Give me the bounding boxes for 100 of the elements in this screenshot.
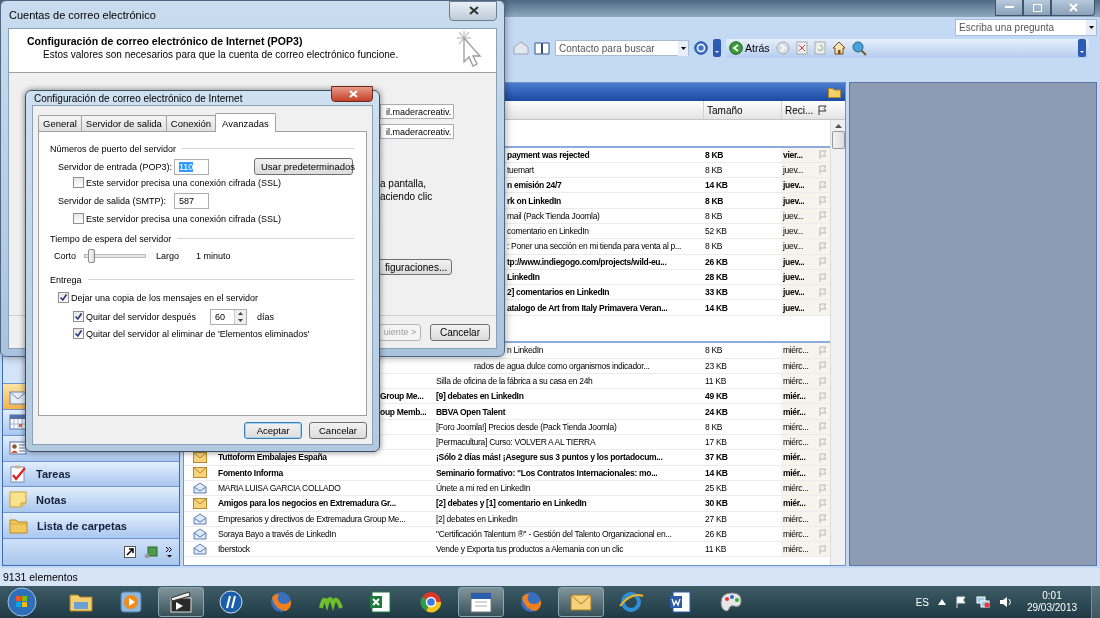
toolbar-options-icon[interactable] (1078, 39, 1086, 57)
help-icon[interactable] (694, 41, 708, 55)
checkbox[interactable] (58, 292, 69, 303)
received-cell: miér... (781, 389, 814, 404)
scrollbar[interactable] (830, 120, 845, 565)
size-cell-text: 30 KB (704, 498, 729, 509)
section-label: Entrega (50, 274, 82, 285)
checkbox-label: Quitar del servidor después (86, 311, 197, 322)
flag-icon[interactable] (818, 105, 827, 115)
tab[interactable]: Conexión (165, 115, 216, 131)
size-cell-text: 14 KB (704, 180, 729, 191)
timeout-slider[interactable] (84, 248, 146, 263)
volume-icon[interactable] (999, 596, 1013, 608)
checkbox[interactable] (73, 328, 84, 339)
circle-logo-icon[interactable] (217, 588, 245, 616)
input-field[interactable]: il.maderacreativ. (380, 124, 455, 139)
clapper-icon (167, 588, 195, 616)
sender-cell-text: Group Me... (379, 391, 425, 402)
chevron-icon[interactable] (166, 546, 173, 558)
received-cell: miér... (781, 496, 814, 511)
checkbox[interactable] (73, 177, 84, 188)
sender-cell-text: Iberstock (217, 544, 251, 555)
nav-item[interactable]: Lista de carpetas (3, 512, 179, 538)
shortcut-icon[interactable] (124, 546, 136, 558)
ok-button[interactable]: Aceptar (244, 422, 302, 439)
subject-cell-text: Silla de oficina de la fábrica a su casa en 24h (435, 376, 594, 386)
taskbar-button[interactable] (158, 587, 204, 617)
close-button[interactable] (331, 86, 373, 102)
contact-search-field[interactable]: Contacto para buscar (555, 40, 689, 56)
scrollbar-thumb[interactable] (831, 131, 845, 149)
slider-thumb[interactable] (88, 248, 96, 263)
received-cell: juev... (781, 300, 814, 315)
search-web-icon[interactable] (851, 40, 867, 56)
received-cell: juev... (781, 178, 814, 193)
slider-label: Largo (156, 250, 180, 261)
size-cell-text: 14 KB (704, 467, 729, 478)
section-label: Tiempo de espera del servidor (50, 233, 172, 244)
use-defaults-button[interactable]: Usar predeterminados (254, 158, 353, 175)
toolbar-options-icon[interactable] (713, 39, 721, 57)
close-icon (468, 6, 479, 15)
refresh-page-icon[interactable] (813, 41, 826, 55)
checkbox-label: Dejar una copia de los mensajes en el servidor (71, 292, 259, 303)
tab[interactable]: General (38, 115, 82, 131)
input-field[interactable]: il.maderacreativ. (380, 104, 455, 119)
field-label: Servidor de salida (SMTP): (58, 195, 168, 206)
calendar-icon (9, 414, 27, 431)
subject-cell-text: [9] debates en LinkedIn (435, 391, 525, 402)
size-cell-text: 24 KB (704, 406, 729, 417)
question-field[interactable]: Escriba una pregunta (955, 19, 1097, 36)
subject-cell-text: rados de agua dulce como organismos indicador... (473, 360, 651, 371)
minimize-button[interactable] (995, 0, 1023, 16)
clock[interactable]: 0:01 29/03/2013 (1022, 590, 1082, 614)
cancel-button[interactable]: Cancelar (309, 422, 367, 439)
section-label: Números de puerto del servidor (50, 143, 177, 154)
taskbar-button[interactable] (558, 587, 604, 617)
more-settings-button[interactable]: figuraciones... (378, 259, 452, 275)
start-button[interactable] (5, 587, 39, 617)
nav-item[interactable]: Notas (3, 486, 179, 513)
subject-cell-text: n emisión 24/7 (506, 180, 563, 191)
contact-card-icon (9, 440, 27, 457)
show-hidden-icon[interactable] (938, 599, 946, 605)
size-cell-text: 14 KB (704, 302, 729, 313)
sender-cell-text: oup Memb... (379, 406, 428, 417)
tab[interactable]: Servidor de salida (80, 115, 167, 131)
received-cell: miérc... (781, 343, 814, 358)
task-clipboard-icon (9, 465, 27, 483)
play-icon[interactable] (117, 588, 145, 616)
size-cell-text: 8 KB (704, 149, 725, 160)
back-button[interactable]: Atrás (729, 41, 770, 55)
close-button[interactable] (1051, 0, 1095, 16)
size-cell-text: 11 KB (704, 376, 728, 386)
close-button[interactable] (449, 0, 497, 21)
sender-cell-text: Fomento Informa (217, 467, 285, 478)
size-cell-text: 27 KB (704, 513, 728, 524)
column-header[interactable]: Tamaño (703, 101, 781, 119)
folder-list-icon[interactable] (144, 545, 158, 559)
tab[interactable]: Avanzadas (215, 113, 276, 132)
checkbox[interactable] (73, 213, 84, 224)
sender-cell-text: Empresarios y directivos de Extremadura Group Me... (217, 513, 407, 524)
column-header[interactable]: Reci... (781, 101, 814, 119)
dropdown-arrow-icon (680, 46, 686, 50)
nav-item[interactable]: Tareas (3, 460, 179, 487)
restore-button[interactable] (1023, 0, 1051, 16)
forward-icon[interactable] (775, 41, 790, 55)
checkbox[interactable] (73, 311, 84, 322)
days-spinner[interactable]: 60 (210, 308, 248, 325)
taskbar-button[interactable] (458, 587, 504, 617)
home-icon[interactable] (831, 41, 846, 55)
network-icon[interactable] (976, 596, 990, 608)
show-desktop-button[interactable] (1091, 586, 1100, 618)
size-cell-text: 23 KB (704, 360, 728, 371)
input-field[interactable]: 587 (174, 192, 209, 209)
received-cell: juev... (781, 239, 814, 254)
language-indicator[interactable]: ES (915, 596, 929, 608)
size-cell-text: 26 KB (704, 256, 729, 267)
book-icon[interactable] (534, 41, 550, 55)
field-label: Servidor de entrada (POP3): (58, 161, 174, 172)
open-envelope-icon[interactable] (513, 41, 529, 55)
stop-page-icon[interactable] (795, 41, 808, 55)
cancel-button[interactable]: Cancelar (430, 323, 490, 341)
